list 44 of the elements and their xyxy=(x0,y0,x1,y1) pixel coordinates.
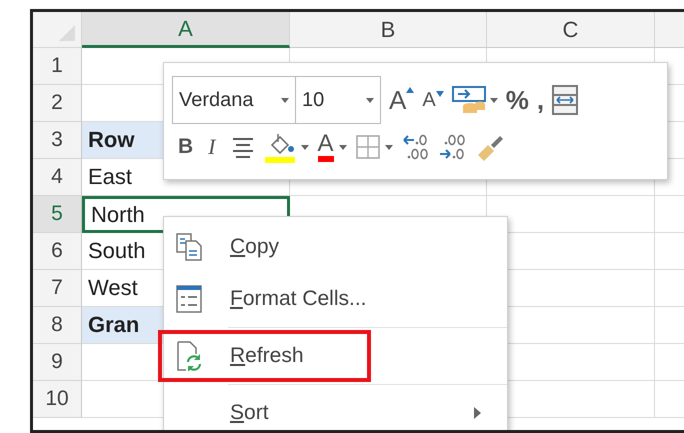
caret-icon[interactable] xyxy=(490,98,498,102)
number-format-button[interactable]: , xyxy=(536,84,544,116)
menu-item-label: Sort xyxy=(230,401,270,425)
refresh-icon xyxy=(176,341,202,371)
triangle-down-icon xyxy=(436,90,444,96)
bold-button[interactable]: B xyxy=(178,135,194,159)
caret-icon xyxy=(281,98,289,102)
row-header[interactable]: 10 xyxy=(33,381,82,418)
font-size-dropdown[interactable]: 10 xyxy=(295,76,381,124)
menu-item-label: Copy xyxy=(230,235,280,259)
paint-bucket-icon[interactable] xyxy=(264,131,296,163)
row-header[interactable]: 9 xyxy=(33,344,82,381)
caret-icon xyxy=(366,98,374,102)
wrap-text-icon[interactable] xyxy=(552,85,578,115)
grow-font-button[interactable]: A xyxy=(389,84,414,116)
row-header[interactable]: 6 xyxy=(33,233,82,270)
caret-icon[interactable] xyxy=(300,144,308,150)
number-format-button[interactable]: % xyxy=(506,84,529,116)
cell-styles-icon[interactable] xyxy=(452,85,486,115)
copy-icon xyxy=(176,233,202,261)
column-header[interactable]: B xyxy=(290,12,487,48)
row-header[interactable]: 2 xyxy=(33,85,82,122)
column-header[interactable]: A xyxy=(82,12,290,48)
increase-decimal-icon[interactable] xyxy=(402,134,430,160)
menu-item-label: Refresh xyxy=(230,344,305,368)
format-cells-icon xyxy=(176,285,202,313)
align-center-icon[interactable] xyxy=(230,136,254,158)
row-header[interactable]: 4 xyxy=(33,159,82,196)
paintbrush-icon[interactable] xyxy=(476,133,506,161)
row-header[interactable]: 5 xyxy=(33,196,82,233)
italic-button[interactable]: I xyxy=(202,134,222,160)
decrease-decimal-icon[interactable] xyxy=(438,134,467,160)
caret-icon[interactable] xyxy=(384,144,393,150)
menu-item[interactable]: Sort xyxy=(164,387,507,430)
font-color-button[interactable]: A xyxy=(318,132,334,162)
row-header[interactable]: 1 xyxy=(33,48,82,85)
row-header[interactable]: 3 xyxy=(33,122,82,159)
shrink-font-button[interactable]: A xyxy=(422,88,444,112)
triangle-up-icon xyxy=(406,86,414,92)
row-header[interactable]: 7 xyxy=(33,270,82,307)
font-name-dropdown[interactable]: Verdana xyxy=(172,76,296,124)
row-header[interactable]: 8 xyxy=(33,307,82,344)
caret-icon[interactable] xyxy=(338,144,347,150)
column-header[interactable]: C xyxy=(487,12,655,48)
